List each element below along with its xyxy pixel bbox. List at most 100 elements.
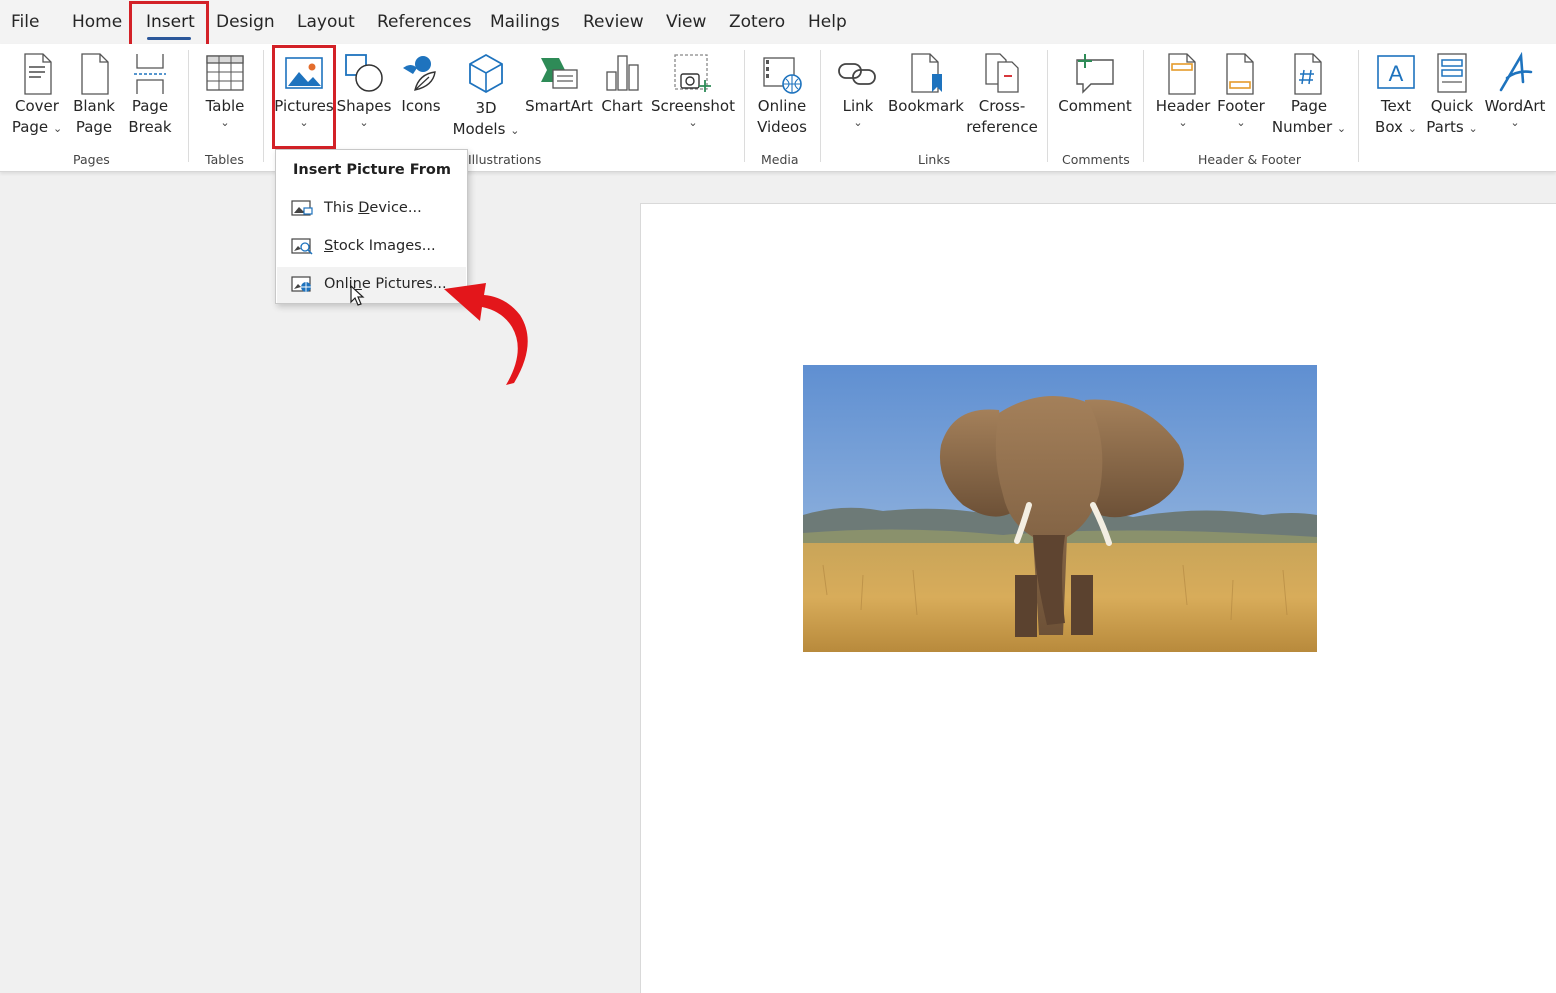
group-label-tables: Tables: [205, 152, 244, 167]
text-box-button[interactable]: A Text Box ⌄: [1372, 52, 1420, 138]
online-videos-label-1: Online: [757, 97, 807, 115]
menu-header: Insert Picture From: [293, 162, 451, 178]
wordart-label: WordArt: [1484, 97, 1546, 115]
quick-parts-button[interactable]: Quick Parts ⌄: [1426, 52, 1478, 138]
link-icon: [838, 63, 876, 85]
group-separator: [1143, 50, 1144, 162]
chart-icon: [606, 55, 639, 91]
menu-item-online-pictures[interactable]: Online Pictures...: [277, 267, 466, 303]
device-picture-icon: [291, 200, 313, 216]
online-pictures-icon: [291, 276, 311, 292]
smartart-label: SmartArt: [525, 97, 593, 115]
mouse-pointer-icon: [350, 285, 365, 306]
inserted-elephant-image[interactable]: [803, 365, 1317, 652]
group-label-pages: Pages: [73, 152, 110, 167]
menu-item-this-device[interactable]: This Device...: [277, 191, 466, 227]
shapes-label: Shapes: [336, 97, 392, 115]
blank-page-button[interactable]: Blank Page: [72, 52, 116, 138]
group-label-illustrations: Illustrations: [468, 152, 542, 167]
group-separator: [263, 50, 264, 162]
page-number-label-1: Page: [1290, 97, 1328, 115]
link-label: Link: [842, 97, 874, 115]
group-separator: [188, 50, 189, 162]
group-label-links: Links: [918, 152, 951, 167]
page-break-label-1: Page: [131, 97, 169, 115]
menu-item-label: Stock Images...: [324, 238, 436, 254]
chevron-down-icon: ⌄: [1236, 116, 1246, 129]
cross-reference-label-1: Cross-: [978, 97, 1026, 115]
wordart-icon: [1499, 52, 1533, 92]
quick-parts-icon: [1437, 53, 1467, 93]
cover-page-icon: [24, 53, 52, 95]
table-label: Table: [205, 97, 245, 115]
ribbon-tab-bar: File Home Insert Design Layout Reference…: [0, 0, 1556, 47]
online-videos-button[interactable]: Online Videos: [754, 52, 810, 138]
page-break-label-2: Break: [128, 118, 172, 136]
tab-zotero[interactable]: Zotero: [729, 12, 785, 32]
chevron-down-icon: ⌄: [1510, 116, 1520, 129]
footer-label: Footer: [1217, 97, 1265, 115]
header-label: Header: [1155, 97, 1211, 115]
3d-models-label-2: Models ⌄: [452, 120, 520, 138]
pictures-highlight-box: [272, 45, 336, 149]
shapes-button[interactable]: Shapes ⌄: [336, 52, 392, 129]
footer-icon: [1226, 53, 1254, 95]
cross-reference-label-2: reference: [966, 118, 1038, 136]
group-label-media: Media: [761, 152, 799, 167]
tab-design[interactable]: Design: [216, 12, 275, 32]
wordart-button[interactable]: WordArt ⌄: [1484, 52, 1546, 129]
blank-page-label-1: Blank: [73, 97, 115, 115]
smartart-button[interactable]: SmartArt: [525, 52, 593, 117]
quick-parts-label-1: Quick: [1430, 97, 1474, 115]
chevron-down-icon: ⌄: [853, 116, 863, 129]
chevron-down-icon: ⌄: [1178, 116, 1188, 129]
chart-label: Chart: [601, 97, 643, 115]
chevron-down-icon: ⌄: [688, 116, 698, 129]
table-icon: [206, 55, 244, 91]
stock-images-icon: [291, 238, 313, 255]
chart-button[interactable]: Chart: [600, 52, 644, 117]
online-videos-label-2: Videos: [757, 118, 807, 136]
blank-page-label-2: Page: [75, 118, 113, 136]
cover-page-button[interactable]: Cover Page ⌄: [11, 52, 63, 138]
screenshot-button[interactable]: Screenshot ⌄: [651, 52, 735, 129]
page-break-icon: [134, 54, 166, 94]
cross-reference-button[interactable]: Cross- reference: [966, 52, 1038, 138]
3d-cube-icon: [469, 53, 503, 94]
header-button[interactable]: Header ⌄: [1155, 52, 1211, 129]
tab-layout[interactable]: Layout: [297, 12, 355, 32]
tab-view[interactable]: View: [666, 12, 706, 32]
group-separator: [744, 50, 745, 162]
footer-button[interactable]: Footer ⌄: [1214, 52, 1268, 129]
elephant-photo: [803, 365, 1317, 652]
menu-item-stock-images[interactable]: Stock Images...: [277, 229, 466, 265]
tab-help[interactable]: Help: [808, 12, 847, 32]
icons-button[interactable]: Icons: [399, 52, 443, 117]
tab-review[interactable]: Review: [583, 12, 644, 32]
quick-parts-label-2: Parts ⌄: [1426, 118, 1478, 136]
table-button[interactable]: Table ⌄: [201, 52, 249, 129]
group-separator: [1047, 50, 1048, 162]
page-break-button[interactable]: Page Break: [128, 52, 172, 138]
icons-icon: [403, 56, 436, 91]
screenshot-label: Screenshot: [651, 97, 735, 115]
group-separator: [820, 50, 821, 162]
header-icon: [1168, 53, 1196, 95]
tab-file[interactable]: File: [11, 12, 39, 32]
shapes-icon: [345, 54, 383, 92]
3d-models-button[interactable]: 3D Models ⌄: [452, 52, 520, 140]
cover-page-label-1: Cover: [15, 97, 59, 115]
tab-mailings[interactable]: Mailings: [490, 12, 560, 32]
tab-home[interactable]: Home: [72, 12, 122, 32]
tab-references[interactable]: References: [377, 12, 471, 32]
page-number-button[interactable]: Page Number ⌄: [1272, 52, 1346, 138]
page-number-icon: [1294, 53, 1322, 95]
menu-item-label: This Device...: [324, 200, 422, 216]
comment-button[interactable]: Comment: [1058, 52, 1132, 117]
chevron-down-icon: ⌄: [359, 116, 369, 129]
bookmark-button[interactable]: Bookmark: [888, 52, 964, 117]
icons-label: Icons: [401, 97, 441, 115]
text-box-icon: A: [1377, 55, 1415, 89]
group-separator: [1358, 50, 1359, 162]
link-button[interactable]: Link ⌄: [836, 52, 880, 129]
